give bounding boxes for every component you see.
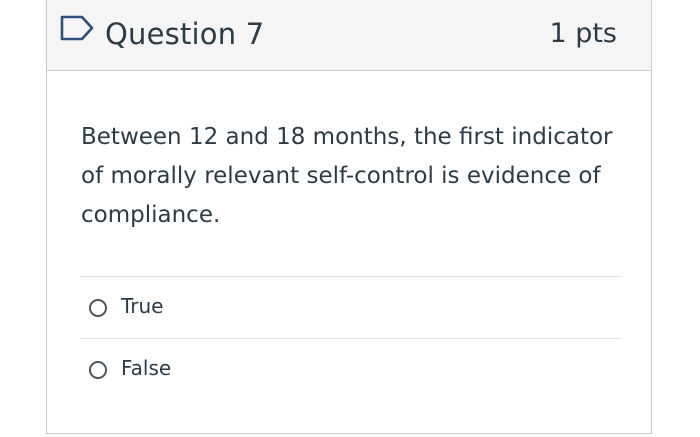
question-header: Question 7 1 pts: [47, 0, 651, 71]
answer-option-false[interactable]: False: [89, 349, 171, 387]
question-text: Between 12 and 18 months, the first indi…: [81, 124, 613, 228]
radio-button[interactable]: [89, 361, 107, 379]
answer-divider: [80, 276, 621, 277]
question-title: Question 7: [105, 17, 265, 51]
question-card: Question 7 1 pts Between 12 and 18 month…: [46, 0, 652, 434]
flag-outline-icon[interactable]: [59, 14, 95, 42]
answer-divider: [80, 338, 621, 339]
question-points: 1 pts: [549, 18, 617, 49]
answer-label: False: [121, 356, 172, 380]
answer-label: True: [121, 294, 164, 318]
radio-button[interactable]: [89, 299, 107, 317]
answer-option-true[interactable]: True: [89, 287, 163, 325]
